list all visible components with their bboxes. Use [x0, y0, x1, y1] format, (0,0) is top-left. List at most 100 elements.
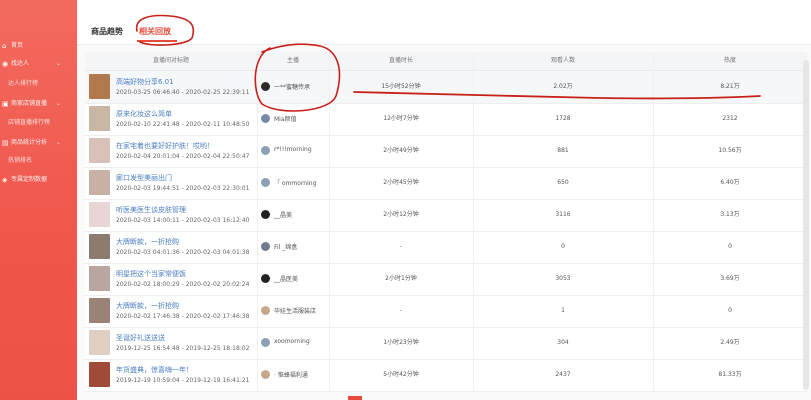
anchor-name[interactable]: 毕娃生活服装店: [274, 306, 316, 315]
cell-viewers: 1: [561, 307, 565, 314]
sidebar-item-custom-data[interactable]: ◈ 专属定制数据: [0, 174, 77, 186]
column-divider: [329, 52, 330, 392]
cell-heat: 0: [728, 243, 732, 250]
anchor-name[interactable]: · 惟蜂福利通: [274, 370, 308, 379]
cell-viewers: 3053: [555, 275, 571, 282]
cell-heat: 6.40万: [720, 179, 740, 186]
column-divider: [473, 52, 474, 392]
cell-anchor: __晶美: [257, 199, 329, 231]
sidebar-item-store-live-ranking[interactable]: 店铺直播排行榜: [0, 117, 77, 129]
video-thumbnail[interactable]: [89, 266, 110, 291]
cell-title: 年货盛典，惊喜嗨一年！ 2019-12-19 10:59:04 - 2019-1…: [85, 359, 257, 391]
video-title-link[interactable]: 明星把这个当家常便饭: [116, 269, 186, 279]
pagination-current-page[interactable]: [348, 396, 362, 400]
table-row[interactable]: 在家宅着也要好好护肤！哎哟！ 2020-02-04 20:01:04 - 202…: [85, 135, 807, 168]
column-header-title: 直播间对标题: [152, 57, 189, 64]
anchor-name[interactable]: Mia颜值: [274, 114, 297, 123]
video-title-link[interactable]: 听医美医生谈皮肤管理: [116, 205, 186, 215]
cell-anchor: Mia颜值: [257, 103, 329, 135]
chevron-down-icon: ⌄: [55, 139, 61, 146]
home-icon: ⌂: [2, 42, 7, 50]
table-row[interactable]: 廊口发型美丽出门 2020-02-03 19:44:51 - 2020-02-0…: [85, 167, 807, 200]
anchor-avatar: [261, 82, 270, 91]
table-row[interactable]: 大牌断款，一折抢购 2020-02-03 04:01:36 - 2020-02-…: [85, 231, 807, 264]
video-time-range: 2020-03-25 06:46:40 - 2020-02-25 22:39:1…: [116, 89, 250, 96]
cell-heat: 10.56万: [718, 147, 742, 154]
sidebar-item-store-live[interactable]: ▣ 商家店铺直播 ⌄: [0, 98, 77, 110]
video-title-link[interactable]: 圣诞好礼送送送: [116, 333, 165, 343]
anchor-name[interactable]: r*!!!morning: [274, 146, 312, 153]
sidebar-item-home[interactable]: ⌂ 首页: [0, 40, 77, 52]
table-header: 直播间对标题 主播 直播时长 观看人数 热度: [85, 52, 807, 71]
video-title-link[interactable]: 廊口发型美丽出门: [116, 173, 172, 183]
table-row[interactable]: 年货盛典，惊喜嗨一年！ 2019-12-19 10:59:04 - 2019-1…: [85, 359, 807, 392]
video-thumbnail[interactable]: [89, 170, 110, 195]
cell-viewers: 650: [557, 179, 569, 186]
video-title-link[interactable]: 高端好物分享6.01: [116, 77, 174, 87]
anchor-name[interactable]: 一**蜜糖传承: [274, 82, 310, 91]
video-title-link[interactable]: 在家宅着也要好好护肤！哎哟！: [116, 141, 214, 151]
sidebar: ⌂ 首页 ◉ 找达人 ⌄ 达人排行榜 ▣ 商家店铺直播 ⌄ 店铺直播排行榜 ▤ …: [0, 0, 77, 400]
cell-heat: 0: [728, 307, 732, 314]
cell-title: 大牌断款，一折抢购 2020-02-02 17:46:38 - 2020-02-…: [85, 295, 257, 327]
video-thumbnail[interactable]: [89, 138, 110, 163]
anchor-avatar: [261, 242, 270, 251]
video-title-link[interactable]: 大牌断款，一折抢购: [116, 237, 179, 247]
cell-heat: 3.69万: [720, 275, 740, 282]
anchor-avatar: [261, 210, 270, 219]
sidebar-item-influencer-ranking[interactable]: 达人排行榜: [0, 78, 77, 90]
table-row[interactable]: 听医美医生谈皮肤管理 2020-02-03 14:00:11 - 2020-02…: [85, 199, 807, 232]
anchor-name[interactable]: __晶美: [274, 210, 292, 219]
video-thumbnail[interactable]: [89, 106, 110, 131]
sidebar-item-product-stats[interactable]: ▤ 商品统计分析 ⌄: [0, 137, 77, 149]
video-thumbnail[interactable]: [89, 202, 110, 227]
cell-anchor: r*!!!morning: [257, 135, 329, 167]
video-title-link[interactable]: 年货盛典，惊喜嗨一年！: [116, 365, 193, 375]
anchor-name[interactable]: xoomorning: [274, 338, 310, 345]
user-icon: ◉: [2, 60, 9, 68]
scrollbar[interactable]: [803, 60, 809, 390]
sidebar-item-find-influencer[interactable]: ◉ 找达人 ⌄: [0, 58, 77, 70]
table-row[interactable]: 明星把这个当家常便饭 2020-02-02 18:00:29 - 2020-02…: [85, 263, 807, 296]
anchor-avatar: [261, 370, 270, 379]
cell-viewers: 1728: [555, 115, 571, 122]
anchor-name[interactable]: __晶医美: [274, 274, 298, 283]
cell-duration: 5小时42分钟: [383, 371, 419, 378]
table-row[interactable]: 大牌断款，一折抢购 2020-02-02 17:46:38 - 2020-02-…: [85, 295, 807, 328]
cell-viewers: 2.02万: [553, 83, 573, 90]
video-thumbnail[interactable]: [89, 362, 110, 387]
anchor-name[interactable]: Fil _绵盒: [274, 242, 297, 251]
anchor-avatar: [261, 146, 270, 155]
tab-related-replay[interactable]: 相关回放: [139, 26, 171, 37]
cell-duration: 2小时1分钟: [385, 275, 417, 282]
sidebar-item-hot-ranking[interactable]: 热销排名: [0, 155, 77, 167]
sidebar-item-label: 商品统计分析: [11, 139, 48, 146]
video-title-link[interactable]: 大牌断款，一折抢购: [116, 301, 179, 311]
bag-icon: ▣: [2, 100, 9, 108]
sidebar-item-label: 热销排名: [8, 157, 33, 164]
anchor-avatar: [261, 338, 270, 347]
cell-viewers: 3116: [555, 211, 571, 218]
table-row[interactable]: 圣诞好礼送送送 2019-12-25 16:54:48 - 2019-12-25…: [85, 327, 807, 360]
video-thumbnail[interactable]: [89, 74, 110, 99]
chart-icon: ▤: [2, 139, 9, 147]
tab-bar: 商品趋势 相关回放: [77, 0, 811, 45]
video-title-link[interactable]: 原来化妆这么简单: [116, 109, 172, 119]
cell-heat: 2312: [722, 115, 738, 122]
table-row[interactable]: 原来化妆这么简单 2020-02-10 22:41:48 - 2020-02-1…: [85, 103, 807, 136]
video-time-range: 2019-12-25 16:54:48 - 2019-12-25 18:18:0…: [116, 345, 250, 352]
cell-title: 明星把这个当家常便饭 2020-02-02 18:00:29 - 2020-02…: [85, 263, 257, 295]
anchor-name[interactable]: 「 ommorning: [274, 178, 316, 187]
cell-title: 廊口发型美丽出门 2020-02-03 19:44:51 - 2020-02-0…: [85, 167, 257, 199]
video-thumbnail[interactable]: [89, 234, 110, 259]
chevron-down-icon: ⌄: [55, 100, 61, 107]
column-divider: [257, 52, 258, 392]
column-header-heat: 热度: [723, 57, 736, 64]
tab-product-trend[interactable]: 商品趋势: [91, 26, 123, 37]
cell-anchor: xoomorning: [257, 327, 329, 359]
table-row[interactable]: 高端好物分享6.01 2020-03-25 06:46:40 - 2020-02…: [85, 71, 807, 104]
video-thumbnail[interactable]: [89, 298, 110, 323]
cell-viewers: 881: [557, 147, 569, 154]
video-thumbnail[interactable]: [89, 330, 110, 355]
main-content: 商品趋势 相关回放 直播间对标题 主播 直播时长 观看人数 热度 高端好物分享6…: [77, 0, 811, 400]
